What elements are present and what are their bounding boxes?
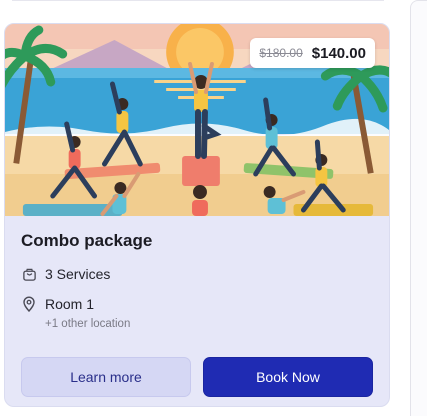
location-row: Room 1 — [21, 296, 373, 312]
services-count: 3 Services — [45, 266, 111, 282]
other-locations: +1 other location — [45, 318, 131, 330]
services-row: 3 Services — [21, 266, 373, 282]
package-title: Combo package — [21, 231, 153, 250]
book-now-button[interactable]: Book Now — [203, 357, 373, 397]
location-name: Room 1 — [45, 296, 95, 312]
package-image: $180.00 $140.00 — [5, 24, 389, 216]
package-card[interactable]: $180.00 $140.00 Combo package 3 Services — [4, 23, 390, 407]
bag-icon — [21, 266, 37, 282]
learn-more-button[interactable]: Learn more — [21, 357, 191, 397]
price-badge: $180.00 $140.00 — [250, 38, 375, 68]
next-card-edge — [410, 0, 427, 416]
current-price: $140.00 — [311, 44, 366, 62]
original-price: $180.00 — [259, 46, 303, 60]
card-actions: Learn more Book Now — [21, 357, 373, 397]
top-divider — [12, 0, 384, 1]
map-pin-icon — [21, 296, 37, 312]
